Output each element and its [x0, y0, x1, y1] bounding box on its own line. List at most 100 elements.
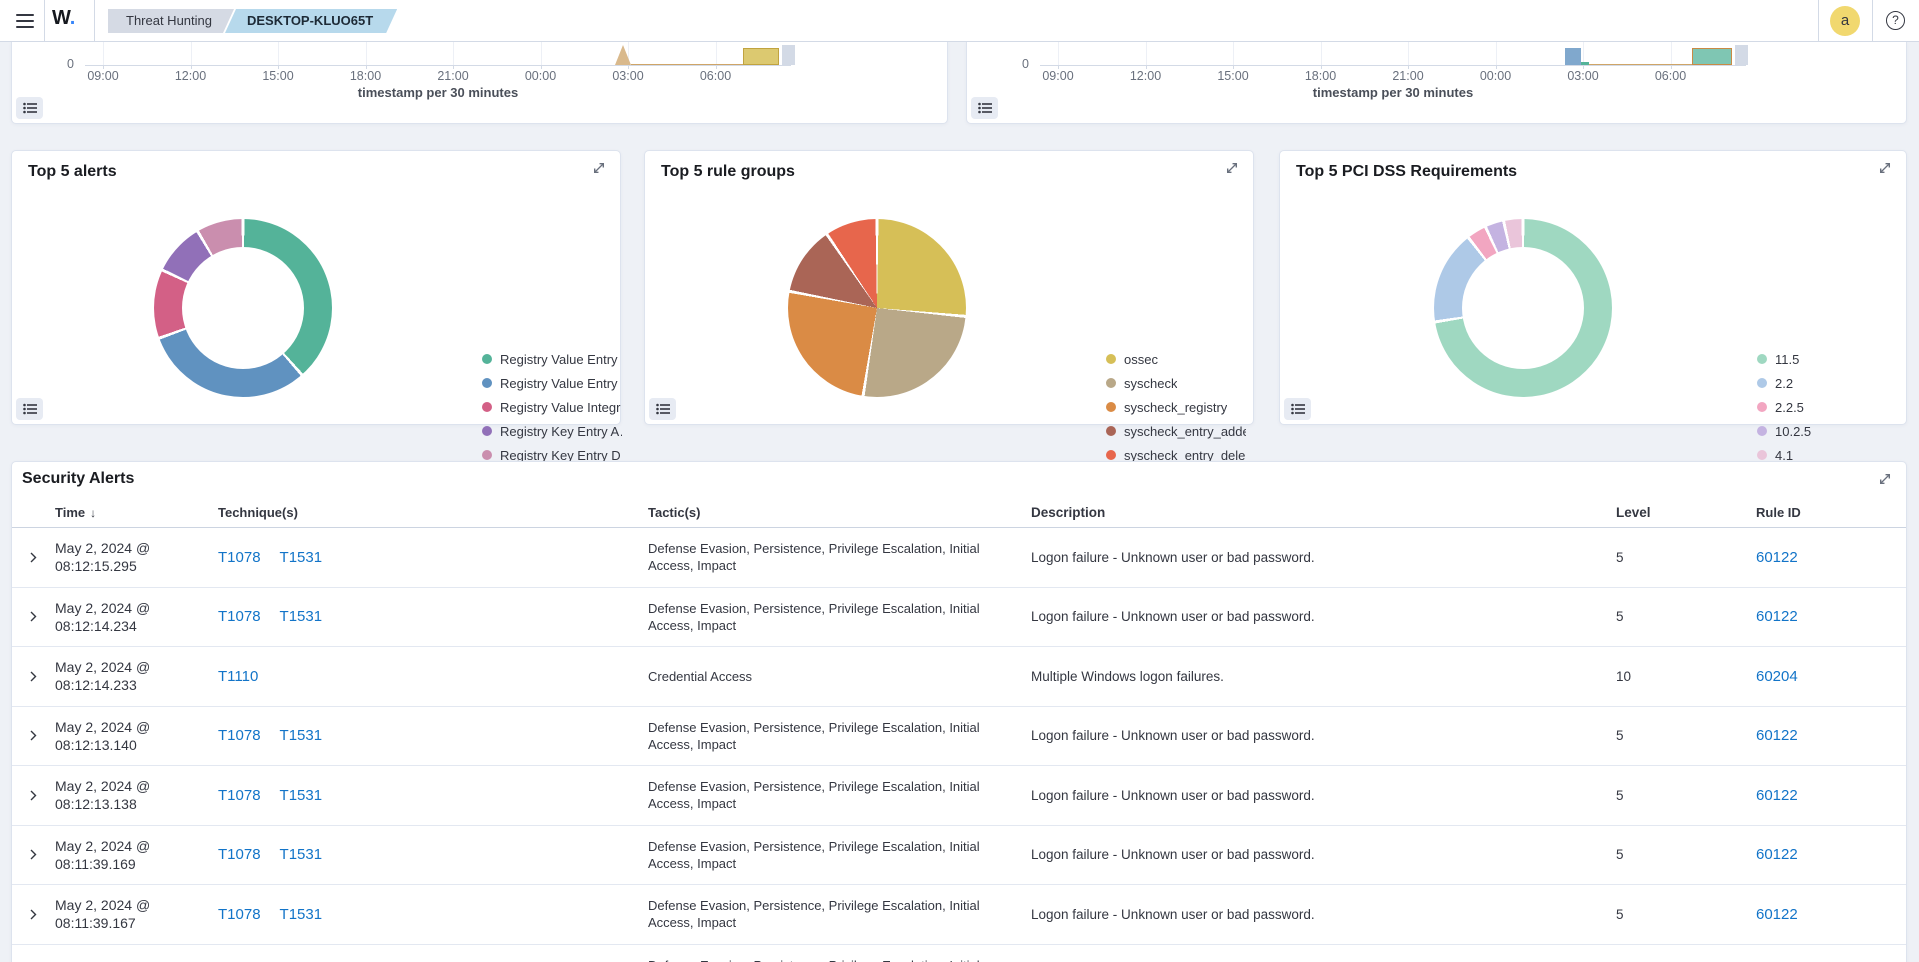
legend-item[interactable]: 2.2.5 — [1757, 395, 1811, 419]
rule-id-link[interactable]: 60122 — [1756, 846, 1798, 863]
description-text: Logon failure - Unknown user or bad pass… — [1031, 907, 1315, 922]
row-expand-chevron-icon[interactable] — [25, 608, 43, 626]
technique-link[interactable]: T1531 — [280, 727, 323, 744]
chart-gridline — [191, 42, 192, 65]
level-cell: 5 — [1608, 885, 1741, 944]
breadcrumb-agent-desktop-kluo65t[interactable]: DESKTOP-KLUO65T — [225, 9, 397, 33]
chart-gridline — [278, 42, 279, 65]
histogram-bar[interactable] — [615, 45, 631, 65]
histogram-bar[interactable] — [1692, 48, 1732, 65]
time-cell: May 2, 2024 @08:12:14.234 — [55, 588, 211, 647]
header-time[interactable]: Time↓ — [55, 498, 211, 527]
legend-label: syscheck_entry_added — [1124, 424, 1246, 439]
technique-link[interactable]: T1531 — [280, 608, 323, 625]
rule-id-link[interactable]: 60204 — [1756, 668, 1798, 685]
donut-chart[interactable] — [154, 219, 332, 397]
legend-color-dot — [482, 354, 492, 364]
legend-item[interactable]: 2.2 — [1757, 371, 1811, 395]
user-avatar[interactable]: a — [1830, 6, 1860, 36]
histogram-bar[interactable] — [1565, 48, 1581, 65]
description-cell: Multiple Windows logon failures. — [1023, 647, 1608, 706]
histogram-bar[interactable] — [1581, 62, 1589, 65]
chart-gridline — [1408, 42, 1409, 65]
level-value: 5 — [1616, 907, 1624, 922]
expand-icon[interactable] — [1878, 161, 1894, 177]
rule-id-link[interactable]: 60122 — [1756, 787, 1798, 804]
legend-color-dot — [1757, 354, 1767, 364]
help-icon[interactable]: ? — [1886, 11, 1905, 30]
row-expand-chevron-icon[interactable] — [25, 905, 43, 923]
legend-list-icon[interactable] — [971, 97, 998, 119]
rule-id-link[interactable]: 60122 — [1756, 906, 1798, 923]
x-axis-tick-label: 00:00 — [1466, 69, 1526, 83]
technique-link[interactable]: T1531 — [280, 787, 323, 804]
technique-link[interactable]: T1078 — [218, 906, 261, 923]
technique-link[interactable]: T1531 — [280, 846, 323, 863]
tactic-cell: Defense Evasion, Persistence, Privilege … — [648, 826, 1023, 885]
legend-list-icon[interactable] — [1284, 398, 1311, 420]
donut-hole — [1462, 247, 1584, 369]
tactic-cell: Defense Evasion, Persistence, Privilege … — [648, 588, 1023, 647]
description-text: Logon failure - Unknown user or bad pass… — [1031, 550, 1315, 565]
row-expand-chevron-icon[interactable] — [25, 667, 43, 685]
description-text: Logon failure - Unknown user or bad pass… — [1031, 728, 1315, 743]
technique-link[interactable]: T1078 — [218, 787, 261, 804]
time-cell: May 2, 2024 @08:12:15.295 — [55, 528, 211, 587]
expand-icon[interactable] — [1878, 472, 1894, 488]
legend-color-dot — [1106, 426, 1116, 436]
technique-link[interactable]: T1078 — [218, 608, 261, 625]
expand-cell — [12, 588, 55, 647]
legend-item[interactable]: ossec — [1106, 347, 1246, 371]
legend-item[interactable]: syscheck_entry_added — [1106, 419, 1246, 443]
legend-list-icon[interactable] — [16, 97, 43, 119]
level-cell — [1608, 945, 1741, 962]
timestamp-date: May 2, 2024 @ — [55, 599, 150, 617]
histogram-bar[interactable] — [743, 48, 779, 65]
breadcrumb-threat-hunting[interactable]: Threat Hunting — [108, 9, 234, 33]
x-axis-title: timestamp per 30 minutes — [1243, 85, 1543, 100]
expand-icon[interactable] — [592, 161, 608, 177]
technique-link[interactable]: T1110 — [218, 668, 258, 685]
chart-gridline — [1321, 42, 1322, 65]
legend-item[interactable]: Registry Value Entry … — [482, 347, 622, 371]
legend-list-icon[interactable] — [16, 398, 43, 420]
rule-id-cell: 60122 — [1741, 885, 1906, 944]
histogram-bar[interactable] — [1735, 45, 1748, 65]
technique-link[interactable]: T1531 — [280, 906, 323, 923]
legend-label: Registry Key Entry A… — [500, 424, 622, 439]
chart-gridline — [1496, 42, 1497, 65]
chart-legend: 11.52.22.2.510.2.54.1 — [1757, 347, 1811, 467]
row-expand-chevron-icon[interactable] — [25, 846, 43, 864]
rule-id-link[interactable]: 60122 — [1756, 608, 1798, 625]
table-row: May 2, 2024 @08:12:14.233T1110Credential… — [12, 647, 1906, 707]
legend-item[interactable]: 10.2.5 — [1757, 419, 1811, 443]
legend-list-icon[interactable] — [649, 398, 676, 420]
technique-link[interactable]: T1078 — [218, 846, 261, 863]
technique-link[interactable]: T1078 — [218, 549, 261, 566]
description-cell: Logon failure - Unknown user or bad pass… — [1023, 766, 1608, 825]
histogram-bar[interactable] — [782, 45, 795, 65]
rule-id-link[interactable]: 60122 — [1756, 727, 1798, 744]
row-expand-chevron-icon[interactable] — [25, 548, 43, 566]
legend-item[interactable]: syscheck_registry — [1106, 395, 1246, 419]
legend-item[interactable]: Registry Value Integr… — [482, 395, 622, 419]
pie-chart[interactable] — [788, 219, 966, 397]
table-row: May 2, 2024 @08:12:14.234 T1078 T1531 Defen… — [12, 588, 1906, 648]
menu-hamburger-icon[interactable] — [12, 9, 38, 33]
rule-id-link[interactable]: 60122 — [1756, 549, 1798, 566]
time-cell: May 2, 2024 @08:11:39.169 — [55, 826, 211, 885]
row-expand-chevron-icon[interactable] — [25, 786, 43, 804]
legend-item[interactable]: syscheck — [1106, 371, 1246, 395]
legend-item[interactable]: 11.5 — [1757, 347, 1811, 371]
row-expand-chevron-icon[interactable] — [25, 727, 43, 745]
technique-link[interactable]: T1531 — [280, 549, 323, 566]
level-cell: 10 — [1608, 647, 1741, 706]
technique-link[interactable]: T1078 — [218, 727, 261, 744]
legend-item[interactable]: Registry Key Entry A… — [482, 419, 622, 443]
wazuh-logo[interactable]: W. — [52, 7, 75, 30]
expand-icon[interactable] — [1225, 161, 1241, 177]
donut-chart[interactable] — [1434, 219, 1612, 397]
legend-item[interactable]: Registry Value Entry … — [482, 371, 622, 395]
technique-cell: T1110 — [211, 647, 648, 706]
description-text: Logon failure - Unknown user or bad pass… — [1031, 609, 1315, 624]
